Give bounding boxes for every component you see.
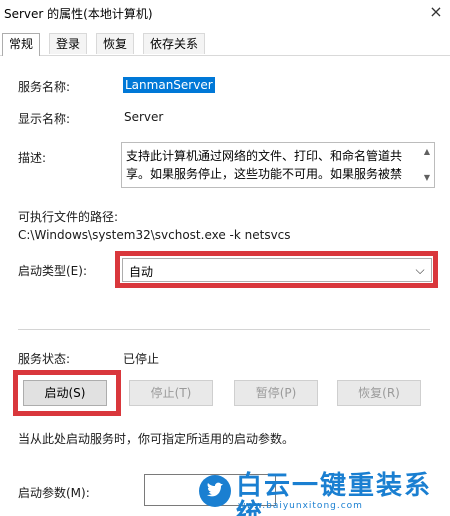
highlight-startup-type	[115, 251, 438, 288]
description-scrollbar[interactable]: ▲ ▼	[420, 143, 434, 187]
service-status-label: 服务状态:	[18, 352, 71, 366]
service-status-value: 已停止	[123, 352, 160, 366]
description-box[interactable]: 支持此计算机通过网络的文件、打印、和命名管道共享。如果服务停止，这些功能不可用。…	[121, 142, 435, 188]
tab-dependencies[interactable]: 依存关系	[143, 33, 206, 54]
start-params-label: 启动参数(M):	[18, 486, 90, 500]
service-name-label: 服务名称:	[18, 80, 71, 94]
pause-button[interactable]: 暂停(P)	[234, 380, 318, 406]
window-title: Server 的属性(本地计算机)	[4, 7, 153, 21]
scroll-down-icon[interactable]: ▼	[420, 173, 434, 182]
hint-text: 当从此处启动服务时，你可指定所适用的启动参数。	[18, 432, 295, 446]
path-value[interactable]: C:\Windows\system32\svchost.exe -k netsv…	[18, 228, 291, 242]
description-label: 描述:	[18, 151, 47, 165]
service-properties-window: Server 的属性(本地计算机) × 常规 登录 恢复 依存关系 服务名称: …	[0, 0, 450, 516]
description-text: 支持此计算机通过网络的文件、打印、和命名管道共享。如果服务停止，这些功能不可用。…	[126, 149, 403, 181]
watermark-url: www.baiyunxitong.com	[238, 501, 363, 511]
resume-button[interactable]: 恢复(R)	[337, 380, 421, 406]
startup-type-label: 启动类型(E):	[18, 264, 87, 278]
scroll-up-icon[interactable]: ▲	[420, 147, 434, 156]
highlight-start-button	[13, 370, 121, 416]
tab-strip: 常规 登录 恢复 依存关系	[2, 33, 448, 56]
twitter-bird-icon	[199, 475, 231, 507]
title-bar[interactable]: Server 的属性(本地计算机) ×	[0, 0, 450, 27]
service-name-value[interactable]: LanmanServer	[123, 77, 215, 93]
tab-logon[interactable]: 登录	[49, 33, 88, 54]
close-icon[interactable]: ×	[428, 2, 444, 22]
watermark: 白云一键重装系统 www.baiyunxitong.com	[198, 470, 450, 516]
display-name-value[interactable]: Server	[124, 110, 163, 124]
stop-button[interactable]: 停止(T)	[129, 380, 213, 406]
path-label: 可执行文件的路径:	[18, 210, 119, 224]
tab-divider	[0, 55, 450, 56]
display-name-label: 显示名称:	[18, 112, 71, 126]
separator	[18, 329, 430, 330]
tab-recovery[interactable]: 恢复	[96, 33, 135, 54]
tab-general[interactable]: 常规	[2, 33, 41, 56]
